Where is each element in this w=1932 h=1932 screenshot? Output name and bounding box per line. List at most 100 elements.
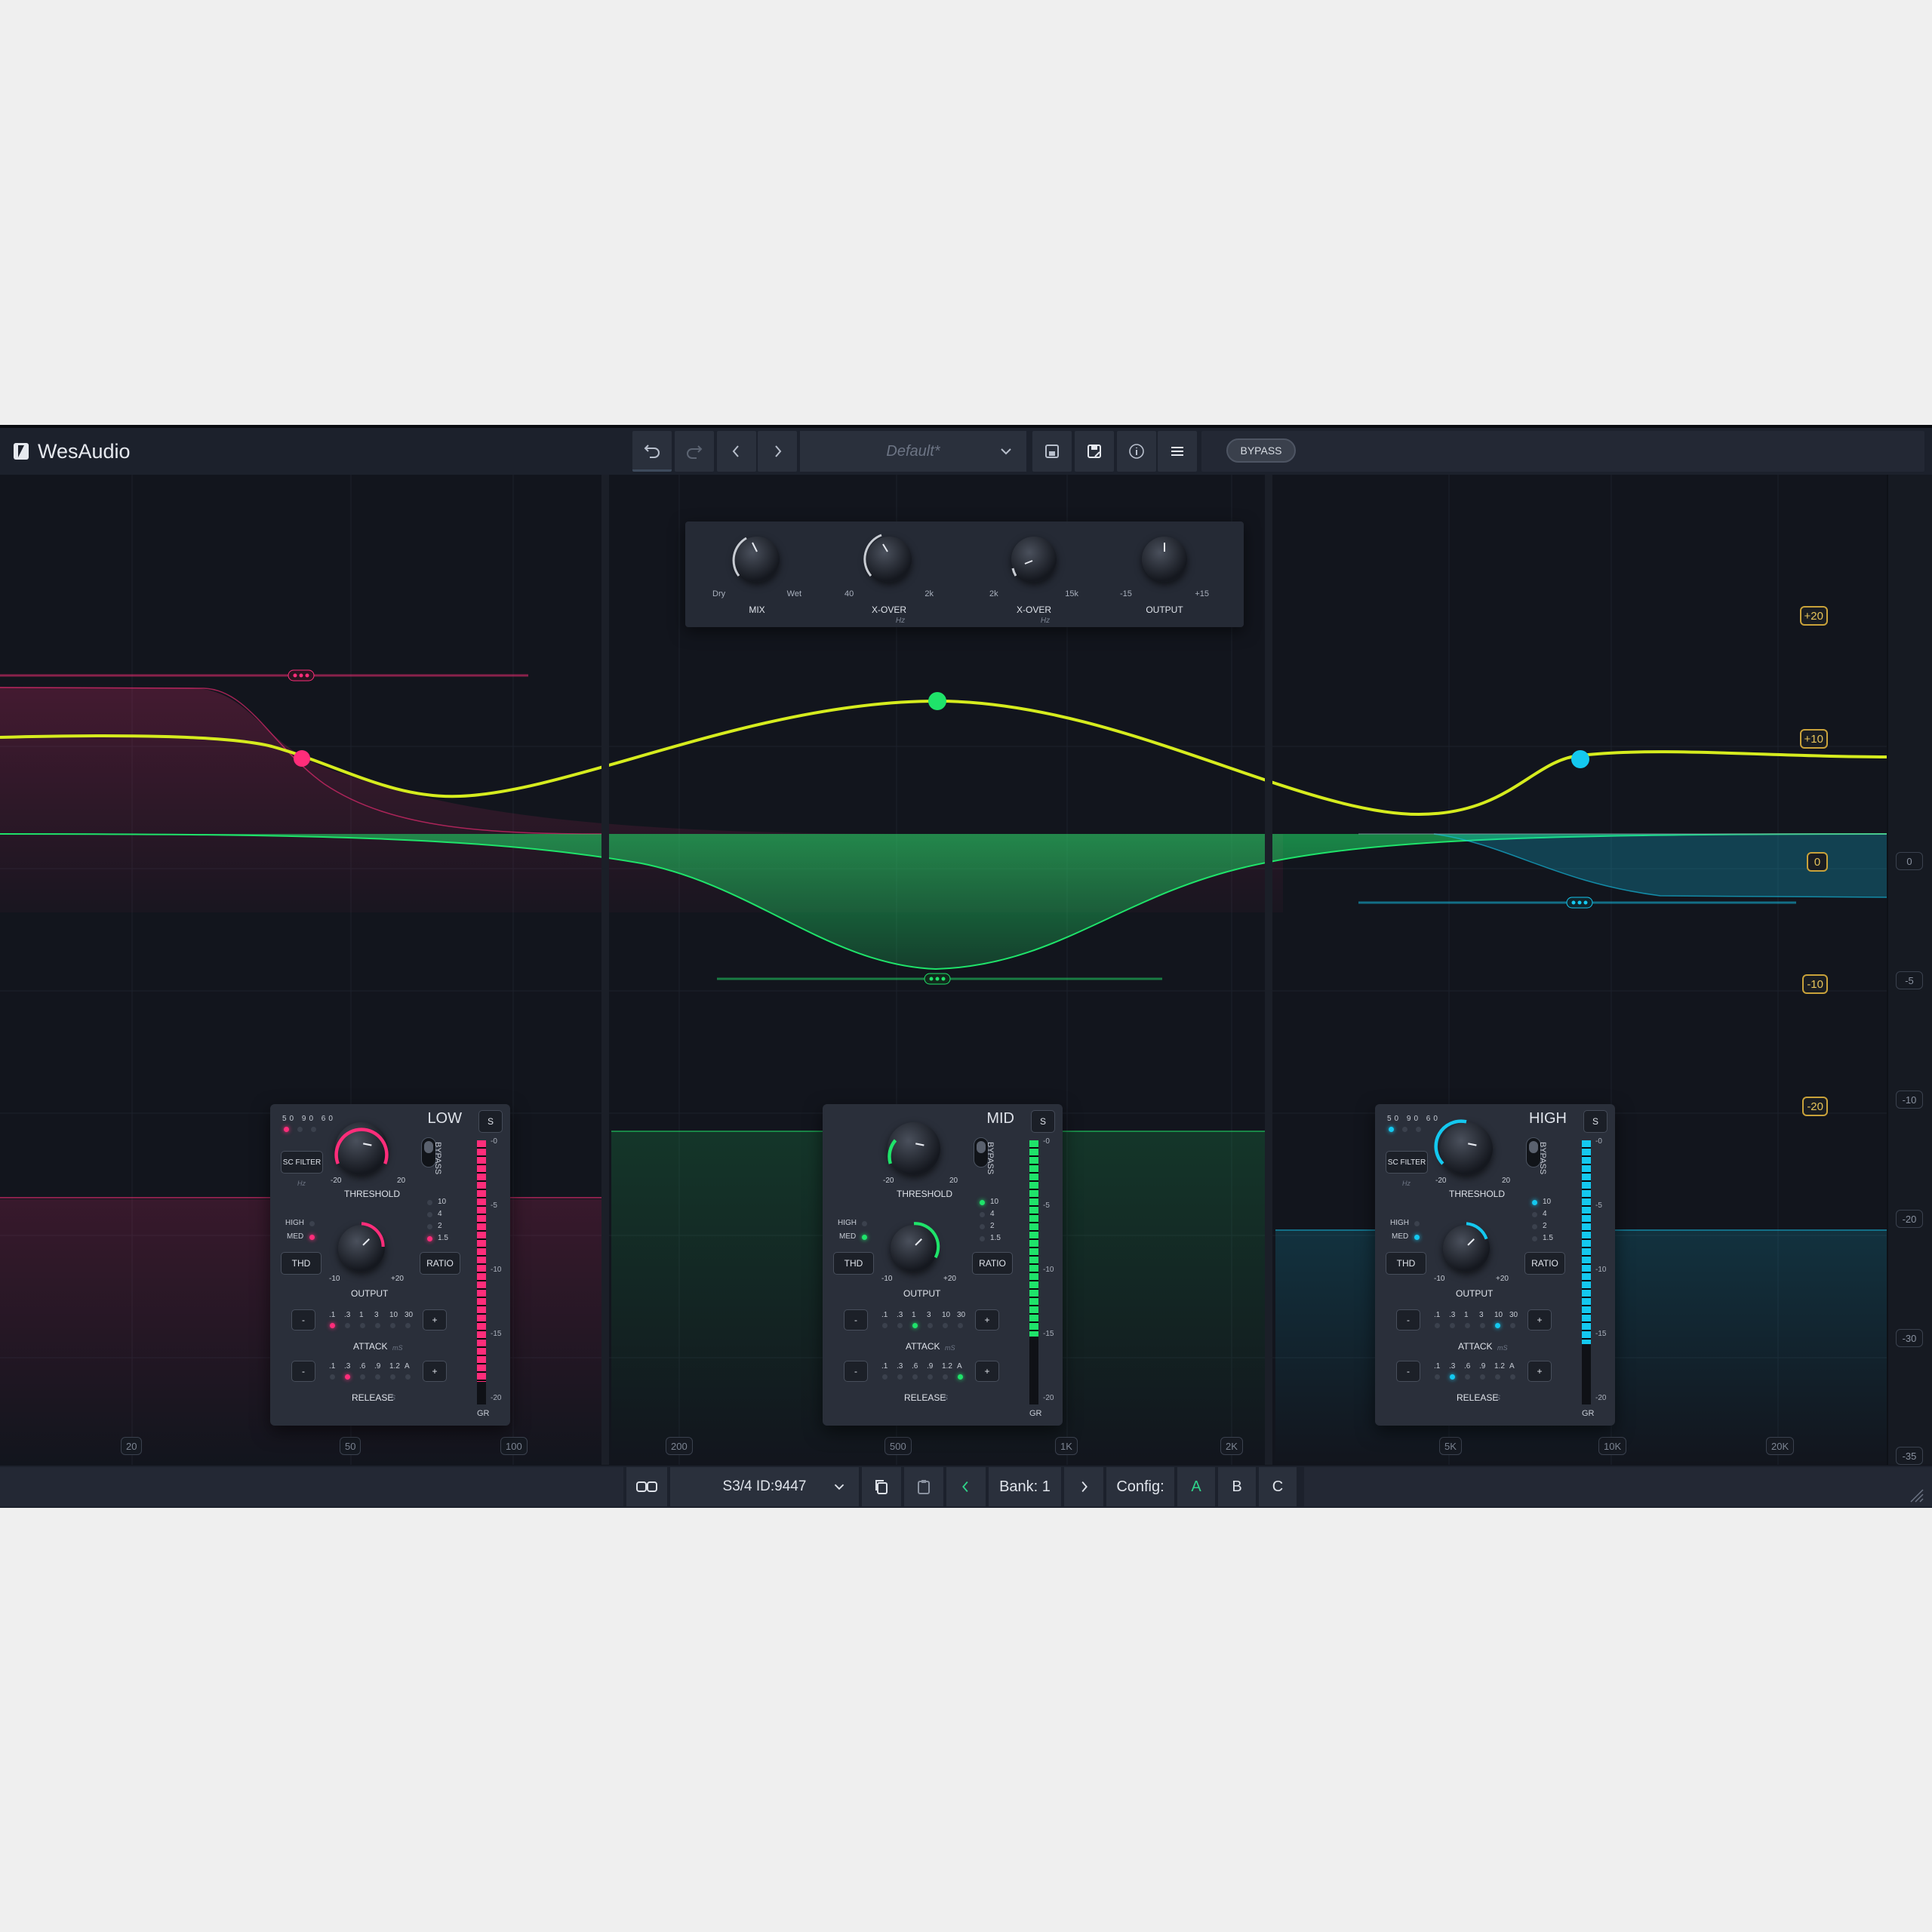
attack-led[interactable] xyxy=(1450,1323,1455,1328)
solo-button[interactable]: S xyxy=(1031,1110,1055,1133)
solo-button[interactable]: S xyxy=(1583,1110,1607,1133)
sc-freq-leds[interactable] xyxy=(1389,1127,1421,1132)
thd-med-led[interactable] xyxy=(309,1235,315,1240)
link-button[interactable] xyxy=(626,1467,667,1506)
release-led[interactable] xyxy=(360,1374,365,1380)
config-b-button[interactable]: B xyxy=(1218,1467,1256,1506)
release-led[interactable] xyxy=(943,1374,948,1380)
ratio-leds[interactable]: 10 4 2 1.5 xyxy=(427,1198,457,1251)
attack-led[interactable] xyxy=(375,1323,380,1328)
release-led[interactable] xyxy=(882,1374,888,1380)
attack-led[interactable] xyxy=(405,1323,411,1328)
release-led[interactable] xyxy=(1510,1374,1515,1380)
release-led[interactable] xyxy=(390,1374,395,1380)
release-plus-button[interactable]: + xyxy=(423,1361,447,1382)
attack-led[interactable] xyxy=(958,1323,963,1328)
release-led[interactable] xyxy=(330,1374,335,1380)
release-led[interactable] xyxy=(1435,1374,1440,1380)
sc-filter-button[interactable]: SC FILTER xyxy=(281,1151,323,1174)
band-output-knob[interactable] xyxy=(338,1222,385,1272)
release-led[interactable] xyxy=(375,1374,380,1380)
sc-freq-leds[interactable] xyxy=(284,1127,316,1132)
preset-dropdown[interactable]: Default* xyxy=(800,431,1026,472)
info-button[interactable] xyxy=(1117,431,1156,472)
thd-button[interactable]: THD xyxy=(833,1252,874,1275)
ratio-leds[interactable]: 10 4 2 1.5 xyxy=(1532,1198,1562,1251)
release-led[interactable] xyxy=(345,1374,350,1380)
attack-led[interactable] xyxy=(897,1323,903,1328)
attack-plus-button[interactable]: + xyxy=(1527,1309,1552,1331)
attack-led[interactable] xyxy=(1510,1323,1515,1328)
threshold-knob[interactable] xyxy=(888,1122,940,1175)
thd-button[interactable]: THD xyxy=(281,1252,321,1275)
mix-knob[interactable] xyxy=(732,537,780,582)
crossover-low-mid-divider[interactable] xyxy=(601,475,609,1465)
save-as-button[interactable] xyxy=(1075,431,1114,472)
save-button[interactable] xyxy=(1032,431,1072,472)
release-led[interactable] xyxy=(1465,1374,1470,1380)
attack-led[interactable] xyxy=(943,1323,948,1328)
config-a-button[interactable]: A xyxy=(1177,1467,1215,1506)
crossover-mid-high-divider[interactable] xyxy=(1265,475,1272,1465)
menu-button[interactable] xyxy=(1158,431,1197,472)
threshold-knob[interactable] xyxy=(334,1122,389,1175)
prev-bank-button[interactable] xyxy=(946,1467,986,1506)
release-led[interactable] xyxy=(405,1374,411,1380)
xover-low-knob[interactable] xyxy=(863,534,912,582)
global-output-knob[interactable] xyxy=(1142,537,1187,582)
sidechain-dropdown[interactable]: S3/4 ID:9447 xyxy=(670,1467,859,1506)
release-led[interactable] xyxy=(928,1374,933,1380)
attack-led[interactable] xyxy=(390,1323,395,1328)
ratio-button[interactable]: RATIO xyxy=(420,1252,460,1275)
thd-high-led[interactable] xyxy=(1414,1221,1420,1226)
band-output-knob[interactable] xyxy=(891,1222,940,1272)
threshold-knob[interactable] xyxy=(1434,1119,1493,1175)
release-led[interactable] xyxy=(897,1374,903,1380)
thd-med-led[interactable] xyxy=(862,1235,867,1240)
ratio-button[interactable]: RATIO xyxy=(1524,1252,1565,1275)
release-minus-button[interactable]: - xyxy=(844,1361,868,1382)
attack-plus-button[interactable]: + xyxy=(423,1309,447,1331)
attack-led[interactable] xyxy=(345,1323,350,1328)
release-minus-button[interactable]: - xyxy=(1396,1361,1420,1382)
attack-led[interactable] xyxy=(1465,1323,1470,1328)
redo-button[interactable] xyxy=(675,431,714,472)
attack-led[interactable] xyxy=(882,1323,888,1328)
thd-high-led[interactable] xyxy=(309,1221,315,1226)
release-led[interactable] xyxy=(1495,1374,1500,1380)
release-led[interactable] xyxy=(1480,1374,1485,1380)
attack-led[interactable] xyxy=(330,1323,335,1328)
attack-plus-button[interactable]: + xyxy=(975,1309,999,1331)
attack-led[interactable] xyxy=(1480,1323,1485,1328)
copy-button[interactable] xyxy=(862,1467,901,1506)
release-led[interactable] xyxy=(912,1374,918,1380)
attack-minus-button[interactable]: - xyxy=(291,1309,315,1331)
release-led[interactable] xyxy=(958,1374,963,1380)
attack-led[interactable] xyxy=(1435,1323,1440,1328)
undo-button[interactable] xyxy=(632,431,672,472)
release-plus-button[interactable]: + xyxy=(1527,1361,1552,1382)
config-c-button[interactable]: C xyxy=(1259,1467,1297,1506)
band-output-knob[interactable] xyxy=(1443,1222,1490,1272)
attack-led[interactable] xyxy=(360,1323,365,1328)
next-bank-button[interactable] xyxy=(1064,1467,1103,1506)
resize-grip-icon[interactable] xyxy=(1906,1485,1924,1503)
release-led[interactable] xyxy=(1450,1374,1455,1380)
solo-button[interactable]: S xyxy=(478,1110,503,1133)
attack-led[interactable] xyxy=(912,1323,918,1328)
thd-high-led[interactable] xyxy=(862,1221,867,1226)
attack-led[interactable] xyxy=(928,1323,933,1328)
next-preset-button[interactable] xyxy=(758,431,797,472)
thd-med-led[interactable] xyxy=(1414,1235,1420,1240)
attack-led[interactable] xyxy=(1495,1323,1500,1328)
ratio-leds[interactable]: 10 4 2 1.5 xyxy=(980,1198,1010,1251)
prev-preset-button[interactable] xyxy=(717,431,756,472)
release-plus-button[interactable]: + xyxy=(975,1361,999,1382)
ratio-button[interactable]: RATIO xyxy=(972,1252,1013,1275)
paste-button[interactable] xyxy=(904,1467,943,1506)
global-bypass-button[interactable]: BYPASS xyxy=(1226,438,1296,463)
release-minus-button[interactable]: - xyxy=(291,1361,315,1382)
sc-filter-button[interactable]: SC FILTER xyxy=(1386,1151,1428,1174)
attack-minus-button[interactable]: - xyxy=(1396,1309,1420,1331)
attack-minus-button[interactable]: - xyxy=(844,1309,868,1331)
